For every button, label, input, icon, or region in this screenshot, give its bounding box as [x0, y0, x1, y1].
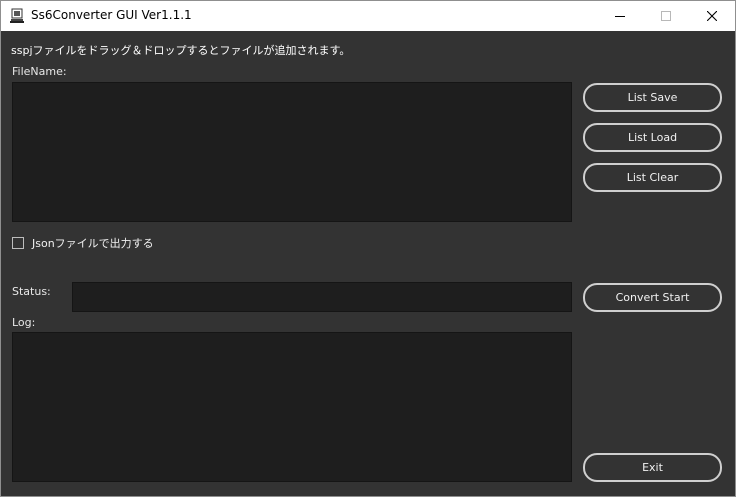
maximize-icon [661, 11, 671, 21]
maximize-button[interactable] [643, 1, 689, 31]
json-output-checkbox[interactable] [12, 237, 24, 249]
window-title: Ss6Converter GUI Ver1.1.1 [31, 8, 192, 22]
instruction-text: sspjファイルをドラッグ＆ドロップするとファイルが追加されます。 [11, 44, 351, 57]
file-list[interactable] [12, 82, 572, 222]
list-load-button[interactable]: List Load [583, 123, 722, 152]
close-icon [707, 11, 717, 21]
status-field [72, 282, 572, 312]
status-label: Status: [12, 285, 51, 298]
exit-button[interactable]: Exit [583, 453, 722, 482]
filename-label: FileName: [12, 65, 67, 78]
list-clear-button[interactable]: List Clear [583, 163, 722, 192]
title-bar[interactable]: Ss6Converter GUI Ver1.1.1 [1, 1, 735, 31]
log-label: Log: [12, 316, 36, 329]
app-icon [10, 8, 24, 24]
list-save-button[interactable]: List Save [583, 83, 722, 112]
app-window: Ss6Converter GUI Ver1.1.1 sspjファイルをドラッグ＆… [0, 0, 736, 497]
json-output-label[interactable]: Jsonファイルで出力する [32, 235, 154, 251]
close-button[interactable] [689, 1, 735, 31]
log-area[interactable] [12, 332, 572, 482]
minimize-button[interactable] [597, 1, 643, 31]
main-content: sspjファイルをドラッグ＆ドロップするとファイルが追加されます。 FileNa… [1, 31, 735, 496]
convert-start-button[interactable]: Convert Start [583, 283, 722, 312]
minimize-icon [615, 16, 625, 17]
